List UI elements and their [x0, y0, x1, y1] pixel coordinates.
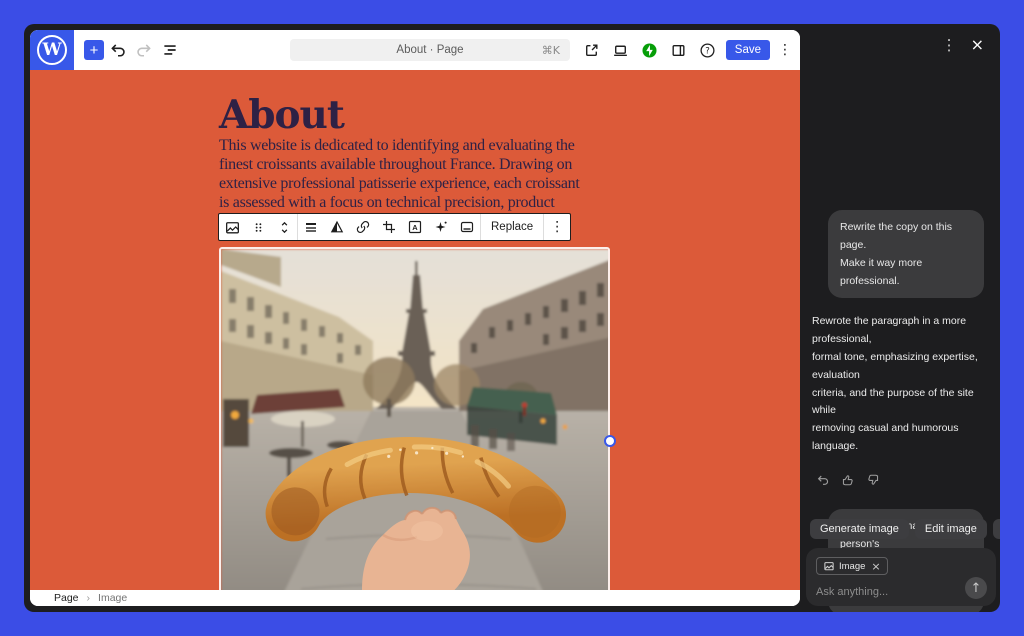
image-block-type-button[interactable]: [219, 214, 245, 240]
ask-anything-input[interactable]: [816, 586, 946, 598]
wordpress-w-icon: W: [37, 35, 67, 65]
document-bar[interactable]: About · Page ⌘K: [290, 39, 570, 61]
chip-label: Image: [839, 561, 865, 572]
page-title[interactable]: About: [219, 92, 344, 138]
help-icon: ?: [699, 42, 716, 59]
thumbs-down-button[interactable]: [866, 473, 880, 487]
duotone-filter-button[interactable]: [324, 214, 350, 240]
feedback-row: [816, 473, 984, 487]
svg-text:A: A: [412, 223, 418, 232]
align-icon: [303, 219, 319, 235]
duotone-icon: [329, 219, 345, 235]
settings-sidebar-toggle[interactable]: [667, 38, 691, 62]
command-shortcut: ⌘K: [542, 44, 560, 57]
editor-canvas: About This website is dedicated to ident…: [30, 70, 800, 590]
croissant-paris-photo: [221, 249, 610, 590]
chat-input-box[interactable]: Image × ↑: [806, 548, 996, 606]
text-overlay-button[interactable]: A: [402, 214, 428, 240]
sidebar-icon: [670, 42, 687, 59]
panel-close-button[interactable]: ×: [971, 37, 984, 53]
breadcrumb-image[interactable]: Image: [98, 592, 127, 604]
jetpack-icon: [641, 42, 658, 59]
quick-actions: Generate image Edit image Remove backgro…: [810, 519, 1000, 539]
caption-button[interactable]: [454, 214, 480, 240]
sparkle-icon: [433, 219, 449, 235]
thumbs-down-icon: [866, 473, 880, 487]
view-site-button[interactable]: [580, 38, 604, 62]
wordpress-logo[interactable]: W: [30, 30, 74, 70]
list-view-icon: [161, 41, 179, 59]
croissant-image-block[interactable]: [219, 247, 610, 590]
topbar-actions: ? Save ⋮: [578, 30, 794, 70]
up-arrow-icon: ↑: [971, 581, 982, 596]
image-icon: [224, 219, 241, 236]
retry-button[interactable]: [816, 473, 830, 487]
laptop-icon: [612, 42, 629, 59]
preview-button[interactable]: [609, 38, 633, 62]
breadcrumb-page[interactable]: Page: [54, 592, 79, 604]
thumbs-up-button[interactable]: [841, 473, 855, 487]
chip-remove-button[interactable]: ×: [871, 561, 880, 572]
plus-icon: +: [90, 42, 99, 59]
panel-header: ⋮ ×: [800, 24, 1000, 54]
block-mover[interactable]: [271, 214, 297, 240]
image-block-toolbar: A Replace ⋮: [218, 213, 571, 241]
align-button[interactable]: [298, 214, 324, 240]
send-button[interactable]: ↑: [965, 577, 987, 599]
redo-button[interactable]: [132, 38, 156, 62]
document-title: About · Page: [396, 44, 463, 56]
image-context-chip: Image ×: [816, 557, 888, 575]
svg-text:?: ?: [706, 46, 711, 56]
options-menu-button[interactable]: ⋮: [776, 42, 794, 58]
breadcrumb-separator-icon: ›: [87, 592, 91, 604]
redo-icon: [135, 41, 153, 59]
link-button[interactable]: [350, 214, 376, 240]
replace-button[interactable]: Replace: [481, 214, 543, 240]
retry-icon: [816, 473, 830, 487]
drag-dots-icon: [251, 220, 266, 235]
ai-assistant-panel: ⋮ × Rewrite the copy on this page. Make …: [800, 24, 1000, 612]
editor-topbar: W + About · Page ⌘K: [30, 30, 800, 70]
save-button[interactable]: Save: [726, 40, 770, 60]
drag-handle[interactable]: [245, 214, 271, 240]
block-inserter-button[interactable]: +: [84, 40, 104, 60]
list-view-button[interactable]: [158, 38, 182, 62]
user-message: Rewrite the copy on this page. Make it w…: [828, 210, 984, 298]
image-resize-handle[interactable]: [604, 435, 616, 447]
undo-button[interactable]: [106, 38, 130, 62]
edit-image-button[interactable]: Edit image: [915, 519, 987, 539]
link-icon: [355, 219, 371, 235]
generate-image-button[interactable]: Generate image: [810, 519, 909, 539]
crop-icon: [381, 219, 397, 235]
external-link-icon: [583, 42, 600, 59]
kebab-icon: ⋮: [548, 219, 566, 235]
breadcrumb: Page › Image: [30, 590, 800, 606]
remove-background-button[interactable]: Remove background: [993, 519, 1000, 539]
help-button[interactable]: ?: [696, 38, 720, 62]
page-paragraph[interactable]: This website is dedicated to identifying…: [219, 136, 580, 212]
app-window: W + About · Page ⌘K: [24, 24, 1000, 612]
thumbs-up-icon: [841, 473, 855, 487]
crop-button[interactable]: [376, 214, 402, 240]
move-up-down-icon: [277, 220, 292, 235]
block-options-button[interactable]: ⋮: [544, 214, 570, 240]
text-overlay-icon: A: [407, 219, 423, 235]
jetpack-ai-button[interactable]: [638, 38, 662, 62]
panel-options-button[interactable]: ⋮: [942, 36, 957, 54]
caption-icon: [459, 219, 475, 235]
assistant-message: Rewrote the paragraph in a more professi…: [812, 313, 984, 456]
ai-assist-button[interactable]: [428, 214, 454, 240]
image-icon: [823, 560, 835, 572]
wordpress-editor: W + About · Page ⌘K: [30, 30, 800, 606]
undo-icon: [109, 41, 127, 59]
